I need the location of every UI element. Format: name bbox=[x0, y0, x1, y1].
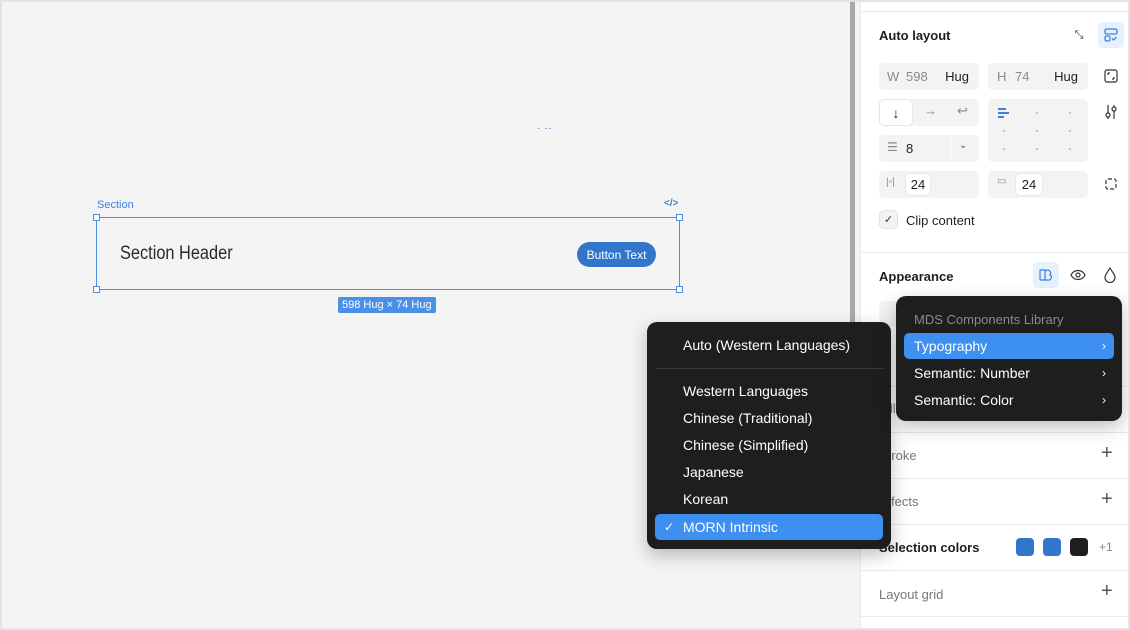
vertical-padding-icon: ▭ bbox=[997, 176, 1007, 187]
resize-handle-bottom-right[interactable] bbox=[676, 286, 683, 293]
gap-value[interactable]: 8 bbox=[906, 141, 913, 156]
variable-mode-icon[interactable] bbox=[1033, 262, 1059, 288]
selection-color-swatch[interactable] bbox=[1043, 538, 1061, 556]
chevron-right-icon: › bbox=[1102, 393, 1106, 407]
add-effect-plus-icon[interactable]: + bbox=[1101, 488, 1113, 511]
align-dot[interactable] bbox=[1036, 148, 1038, 150]
align-top-left-icon[interactable] bbox=[998, 108, 1010, 118]
add-layout-grid-plus-icon[interactable]: + bbox=[1101, 580, 1113, 603]
language-dropdown-menu: Auto (Western Languages) Western Languag… bbox=[647, 322, 891, 549]
selection-colors-title: Selection colors bbox=[879, 540, 980, 555]
height-value[interactable]: 74 bbox=[1015, 69, 1029, 84]
width-label: W bbox=[887, 69, 900, 84]
align-dot[interactable] bbox=[1069, 112, 1071, 114]
selection-color-swatch[interactable] bbox=[1070, 538, 1088, 556]
checkmark-icon: ✓ bbox=[664, 520, 675, 534]
direction-vertical-icon[interactable]: ↓ bbox=[880, 100, 912, 125]
divider bbox=[861, 11, 1128, 12]
resize-handle-top-right[interactable] bbox=[676, 214, 683, 221]
chevron-right-icon: › bbox=[1102, 339, 1106, 353]
divider bbox=[861, 478, 1128, 479]
height-field[interactable]: H 74 Hug bbox=[988, 63, 1088, 90]
menu-item-label: Typography bbox=[914, 338, 988, 354]
selection-color-swatch[interactable] bbox=[1016, 538, 1034, 556]
divider bbox=[861, 524, 1128, 525]
button-text-component[interactable]: Button Text bbox=[577, 242, 656, 267]
library-item-semantic-number[interactable]: Semantic: Number › bbox=[904, 360, 1114, 386]
resize-handle-bottom-left[interactable] bbox=[93, 286, 100, 293]
direction-horizontal-icon[interactable]: → bbox=[924, 103, 937, 118]
opacity-drop-icon[interactable] bbox=[1097, 262, 1123, 288]
divider bbox=[861, 432, 1128, 433]
vertical-padding-field[interactable]: ▭ 24 bbox=[988, 171, 1088, 198]
library-item-typography[interactable]: Typography › bbox=[904, 333, 1114, 359]
width-field[interactable]: W 598 Hug bbox=[879, 63, 979, 90]
library-header: MDS Components Library bbox=[914, 311, 1064, 327]
gap-icon: ☰ bbox=[887, 140, 898, 154]
menu-item-language[interactable]: Japanese bbox=[655, 459, 883, 485]
horizontal-padding-value[interactable]: 24 bbox=[906, 174, 930, 195]
menu-item-language[interactable]: Chinese (Simplified) bbox=[655, 432, 883, 458]
eye-icon[interactable] bbox=[1065, 262, 1091, 288]
menu-item-auto[interactable]: Auto (Western Languages) bbox=[655, 332, 883, 358]
horizontal-padding-field[interactable]: |▫| 24 bbox=[879, 171, 979, 198]
menu-item-language[interactable]: Western Languages bbox=[655, 378, 883, 404]
more-colors-count[interactable]: +1 bbox=[1099, 540, 1113, 554]
align-dot[interactable] bbox=[1003, 148, 1005, 150]
auto-layout-title: Auto layout bbox=[879, 28, 951, 43]
divider bbox=[950, 135, 951, 162]
canvas-marker: - -- bbox=[537, 123, 553, 133]
divider bbox=[861, 252, 1128, 253]
height-label: H bbox=[997, 69, 1007, 84]
collapse-icon[interactable]: ⤡ bbox=[1066, 22, 1092, 48]
horizontal-padding-icon: |▫| bbox=[886, 177, 895, 188]
code-icon[interactable]: </> bbox=[664, 198, 678, 209]
appearance-title: Appearance bbox=[879, 269, 954, 284]
dimension-badge: 598 Hug × 74 Hug bbox=[338, 297, 436, 313]
menu-item-language[interactable]: Korean bbox=[655, 486, 883, 512]
menu-item-label: Semantic: Color bbox=[914, 392, 1014, 408]
alignment-grid[interactable] bbox=[988, 99, 1088, 162]
divider bbox=[861, 616, 1128, 617]
menu-item-language[interactable]: Chinese (Traditional) bbox=[655, 405, 883, 431]
menu-item-label: Semantic: Number bbox=[914, 365, 1030, 381]
height-mode[interactable]: Hug bbox=[1054, 69, 1078, 84]
individual-padding-icon[interactable] bbox=[1098, 171, 1124, 197]
align-dot[interactable] bbox=[1069, 148, 1071, 150]
resize-to-fit-icon[interactable] bbox=[1098, 63, 1124, 89]
canvas-scrollbar[interactable] bbox=[850, 2, 855, 324]
align-dot[interactable] bbox=[1036, 130, 1038, 132]
app-window: - -- Section </> Section Header Button T… bbox=[2, 2, 1128, 628]
section-header-text[interactable]: Section Header bbox=[120, 243, 233, 265]
align-dot[interactable] bbox=[1036, 112, 1038, 114]
direction-group: ↓ → ↩ bbox=[879, 99, 979, 126]
gap-field[interactable]: ☰ 8 ⌄ bbox=[879, 135, 979, 162]
menu-item-label: MORN Intrinsic bbox=[683, 519, 778, 535]
resize-handle-top-left[interactable] bbox=[93, 214, 100, 221]
library-submenu: MDS Components Library Typography › Sema… bbox=[896, 296, 1122, 421]
width-mode[interactable]: Hug bbox=[945, 69, 969, 84]
advanced-settings-icon[interactable] bbox=[1098, 99, 1124, 125]
width-value[interactable]: 598 bbox=[906, 69, 928, 84]
align-dot[interactable] bbox=[1069, 130, 1071, 132]
align-dot[interactable] bbox=[1003, 130, 1005, 132]
layout-suggestion-icon[interactable] bbox=[1098, 22, 1124, 48]
library-item-semantic-color[interactable]: Semantic: Color › bbox=[904, 387, 1114, 413]
direction-wrap-icon[interactable]: ↩ bbox=[957, 103, 968, 119]
layout-grid-title: Layout grid bbox=[879, 587, 944, 602]
vertical-padding-value[interactable]: 24 bbox=[1016, 174, 1042, 195]
frame-name-label[interactable]: Section bbox=[97, 199, 134, 211]
menu-item-language-selected[interactable]: ✓ MORN Intrinsic bbox=[655, 514, 883, 540]
add-stroke-plus-icon[interactable]: + bbox=[1101, 442, 1113, 465]
divider bbox=[861, 570, 1128, 571]
clip-content-label: Clip content bbox=[906, 213, 975, 228]
clip-content-checkbox[interactable]: ✓ bbox=[880, 211, 897, 228]
gap-dropdown-chevron-icon[interactable]: ⌄ bbox=[959, 140, 967, 151]
menu-divider bbox=[655, 368, 883, 369]
chevron-right-icon: › bbox=[1102, 366, 1106, 380]
